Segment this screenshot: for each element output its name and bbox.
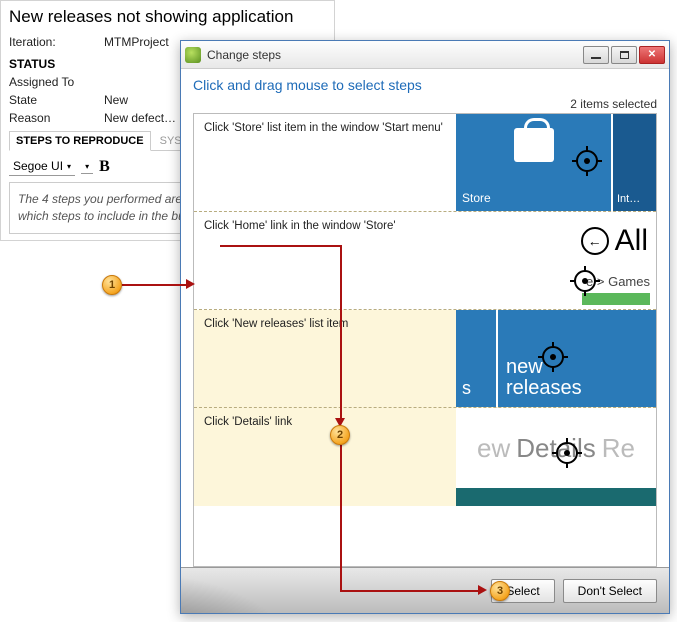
state-value[interactable]: New: [104, 93, 128, 107]
tile-fragment: s: [456, 310, 496, 407]
step-thumbnail: Store Int…: [456, 114, 656, 211]
step-row[interactable]: Click 'Store' list item in the window 'S…: [194, 114, 656, 212]
bold-button[interactable]: B: [99, 158, 110, 176]
chevron-down-icon: ▾: [85, 162, 89, 171]
store-tile-label: Store: [462, 191, 605, 205]
internet-tile-label: Int…: [617, 193, 640, 205]
chevron-down-icon: ▾: [67, 162, 71, 171]
tile-line1: new: [506, 357, 648, 378]
dialog-titlebar[interactable]: Change steps ✕: [181, 41, 669, 69]
arrow-line: [340, 590, 478, 592]
step-row[interactable]: Click 'Home' link in the window 'Store' …: [194, 212, 656, 310]
dont-select-button[interactable]: Don't Select: [563, 579, 657, 603]
fragment-left: ew: [477, 433, 510, 464]
step-description: Click 'Store' list item in the window 'S…: [194, 114, 456, 211]
step-row[interactable]: Click 'Details' link ew Details Re: [194, 408, 656, 506]
crosshair-icon: [576, 150, 598, 172]
arrow-head-icon: [186, 279, 195, 289]
font-family-select[interactable]: Segoe UI ▾: [9, 157, 75, 176]
change-steps-dialog: Change steps ✕ Click and drag mouse to s…: [180, 40, 670, 614]
all-text: All: [615, 224, 648, 258]
app-icon: [185, 47, 201, 63]
iteration-label: Iteration:: [9, 35, 104, 49]
dialog-instruction: Click and drag mouse to select steps: [193, 77, 657, 93]
step-description: Click 'Details' link: [194, 408, 456, 506]
tile-line2: releases: [506, 378, 648, 399]
back-icon: ←: [581, 227, 609, 255]
crosshair-icon: [556, 442, 578, 464]
green-bar: [582, 293, 650, 305]
dialog-title: Change steps: [207, 48, 577, 62]
crosshair-icon: [574, 270, 596, 292]
shopping-bag-icon: [514, 128, 554, 162]
arrow-head-icon: [478, 585, 487, 595]
callout-badge-1: 1: [102, 275, 122, 295]
font-size-select[interactable]: ▾: [81, 160, 93, 174]
step-description: Click 'Home' link in the window 'Store': [194, 212, 456, 309]
bug-title: New releases not showing application: [9, 7, 326, 27]
font-family-value: Segoe UI: [13, 159, 63, 173]
close-button[interactable]: ✕: [639, 46, 665, 64]
crosshair-icon: [542, 346, 564, 368]
dialog-body: Click and drag mouse to select steps 2 i…: [181, 69, 669, 567]
assigned-to-label: Assigned To: [9, 75, 104, 89]
breadcrumb-row: e > Games: [456, 270, 656, 309]
arrow-line: [220, 245, 340, 247]
step-thumbnail: ew Details Re: [456, 408, 656, 506]
store-header: ← All: [456, 212, 656, 270]
selection-count: 2 items selected: [193, 97, 657, 111]
window-controls: ✕: [583, 46, 665, 64]
tab-steps-to-reproduce[interactable]: STEPS TO REPRODUCE: [9, 131, 151, 151]
arrow-line: [340, 245, 342, 420]
internet-tile: Int…: [611, 114, 656, 211]
new-releases-tile: new releases: [496, 310, 656, 407]
maximize-button[interactable]: [611, 46, 637, 64]
minimize-button[interactable]: [583, 46, 609, 64]
reason-label: Reason: [9, 111, 104, 125]
step-description: Click 'New releases' list item: [194, 310, 456, 407]
iteration-value: MTMProject: [104, 35, 169, 49]
reason-value[interactable]: New defect…: [104, 111, 176, 125]
arrow-line: [122, 284, 186, 286]
step-row[interactable]: Click 'New releases' list item s new rel…: [194, 310, 656, 408]
step-thumbnail: ← All e > Games: [456, 212, 656, 309]
fragment-right: Re: [602, 433, 635, 464]
callout-badge-3: 3: [490, 581, 510, 601]
callout-badge-2: 2: [330, 425, 350, 445]
steps-list[interactable]: Click 'Store' list item in the window 'S…: [193, 113, 657, 567]
state-label: State: [9, 93, 104, 107]
arrow-line: [340, 445, 342, 590]
step-thumbnail: s new releases: [456, 310, 656, 407]
teal-bar: [456, 488, 656, 506]
